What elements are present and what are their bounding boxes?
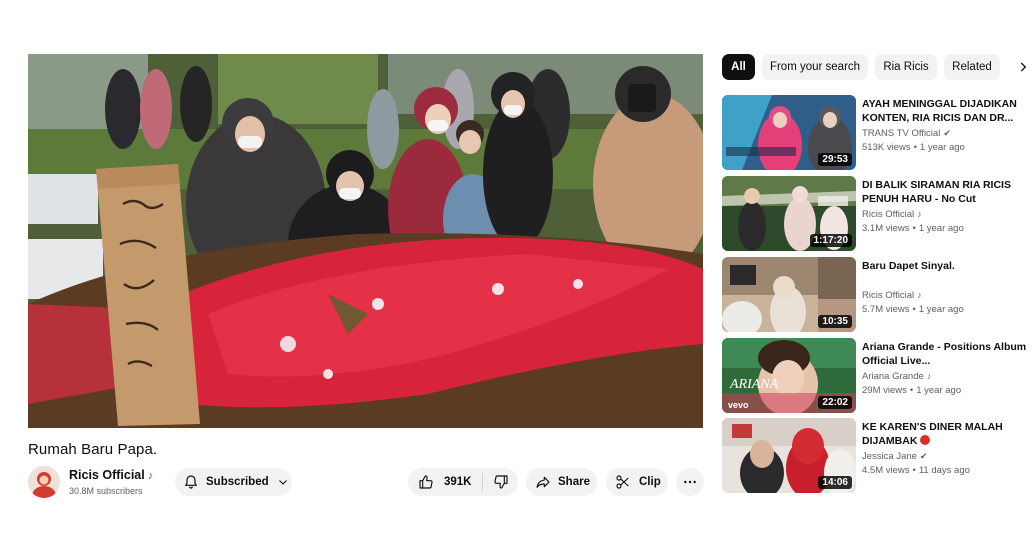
- recommendation-item[interactable]: 1:17:20 DI BALIK SIRAMAN RIA RICIS PENUH…: [722, 176, 1035, 252]
- chevron-right-icon[interactable]: [1016, 60, 1030, 74]
- recommendation-item[interactable]: 29:53 AYAH MENINGGAL DIJADIKAN KONTEN, R…: [722, 95, 1035, 171]
- music-note-icon: ♪: [926, 371, 932, 381]
- video-thumbnail[interactable]: 1:17:20: [722, 176, 856, 251]
- rec-meta: 29M views • 1 year ago: [862, 385, 962, 396]
- bell-icon: [185, 475, 197, 489]
- scissors-icon: [616, 475, 629, 489]
- recommendation-item[interactable]: ARIANA vevo 22:02 Ariana Grande - Positi…: [722, 338, 1035, 414]
- thumb-up-icon[interactable]: [418, 474, 434, 490]
- video-duration: 14:06: [818, 476, 852, 489]
- share-icon: [536, 476, 550, 488]
- rec-title[interactable]: DI BALIK SIRAMAN RIA RICIS PENUH HARU - …: [862, 178, 1034, 206]
- rec-channel[interactable]: Ariana Grande ♪: [862, 371, 931, 382]
- owner-row: Ricis Official ♪ 30.8M subscribers Subscr…: [28, 466, 704, 500]
- more-actions-button[interactable]: [676, 468, 704, 496]
- subscribed-button[interactable]: Subscribed: [175, 468, 292, 496]
- channel-name[interactable]: Ricis Official ♪: [69, 468, 153, 482]
- chip-all[interactable]: All: [722, 54, 755, 80]
- rec-title[interactable]: KE KAREN'S DINER MALAH DIJAMBAK: [862, 420, 1034, 448]
- video-thumbnail[interactable]: 14:06: [722, 418, 856, 493]
- subscriber-count: 30.8M subscribers: [69, 486, 143, 496]
- like-count[interactable]: 391K: [444, 476, 472, 488]
- share-label: Share: [558, 476, 590, 488]
- verified-icon: ✔: [919, 451, 928, 461]
- like-dislike-group: 391K: [408, 468, 518, 496]
- rec-title[interactable]: Ariana Grande - Positions Album Official…: [862, 340, 1034, 368]
- video-duration: 22:02: [818, 396, 852, 409]
- filter-chips: All From your search Ria Ricis Related: [722, 54, 1035, 80]
- chip-ria-ricis[interactable]: Ria Ricis: [875, 54, 937, 80]
- vevo-logo: vevo: [728, 400, 749, 410]
- thumb-artist-text: ARIANA: [729, 377, 779, 392]
- channel-avatar[interactable]: [28, 466, 60, 498]
- music-note-icon: ♪: [147, 470, 154, 482]
- like-separator: [481, 473, 483, 491]
- video-thumbnail[interactable]: ARIANA vevo 22:02: [722, 338, 856, 413]
- subscribed-label: Subscribed: [206, 476, 269, 488]
- chip-related[interactable]: Related: [944, 54, 1000, 80]
- more-icon: [684, 480, 696, 484]
- share-button[interactable]: Share: [526, 468, 597, 496]
- recommendation-item[interactable]: 14:06 KE KAREN'S DINER MALAH DIJAMBAK Je…: [722, 418, 1035, 494]
- thumb-down-icon[interactable]: [493, 474, 509, 490]
- video-duration: 29:53: [818, 153, 852, 166]
- video-thumbnail[interactable]: 29:53: [722, 95, 856, 170]
- rec-meta: 3.1M views • 1 year ago: [862, 223, 964, 234]
- red-circle-emoji-icon: [920, 435, 931, 445]
- rec-channel[interactable]: Jessica Jane ✔: [862, 451, 927, 462]
- rec-channel[interactable]: Ricis Official ♪: [862, 209, 922, 220]
- clip-button[interactable]: Clip: [606, 468, 668, 496]
- video-frame: [28, 54, 703, 428]
- rec-channel[interactable]: TRANS TV Official ✔: [862, 128, 951, 139]
- music-note-icon: ♪: [917, 290, 922, 300]
- chevron-down-icon: [278, 480, 287, 485]
- video-thumbnail[interactable]: 10:35: [722, 257, 856, 332]
- video-title: Rumah Baru Papa.: [28, 441, 158, 458]
- rec-title[interactable]: AYAH MENINGGAL DIJADIKAN KONTEN, RIA RIC…: [862, 97, 1034, 125]
- music-note-icon: ♪: [917, 209, 922, 219]
- rec-channel[interactable]: Ricis Official ♪: [862, 290, 922, 301]
- rec-meta: 4.5M views • 11 days ago: [862, 465, 970, 476]
- rec-meta: 513K views • 1 year ago: [862, 142, 965, 153]
- video-player[interactable]: [28, 54, 703, 428]
- recommendation-item[interactable]: 10:35 Baru Dapet Sinyal. Ricis Official ♪…: [722, 257, 1035, 333]
- video-duration: 10:35: [818, 315, 852, 328]
- clip-label: Clip: [639, 476, 661, 488]
- video-duration: 1:17:20: [809, 234, 852, 247]
- rec-title[interactable]: Baru Dapet Sinyal.: [862, 259, 1034, 273]
- rec-meta: 5.7M views • 1 year ago: [862, 304, 964, 315]
- chip-from-your-search[interactable]: From your search: [762, 54, 868, 80]
- verified-icon: ✔: [943, 128, 951, 138]
